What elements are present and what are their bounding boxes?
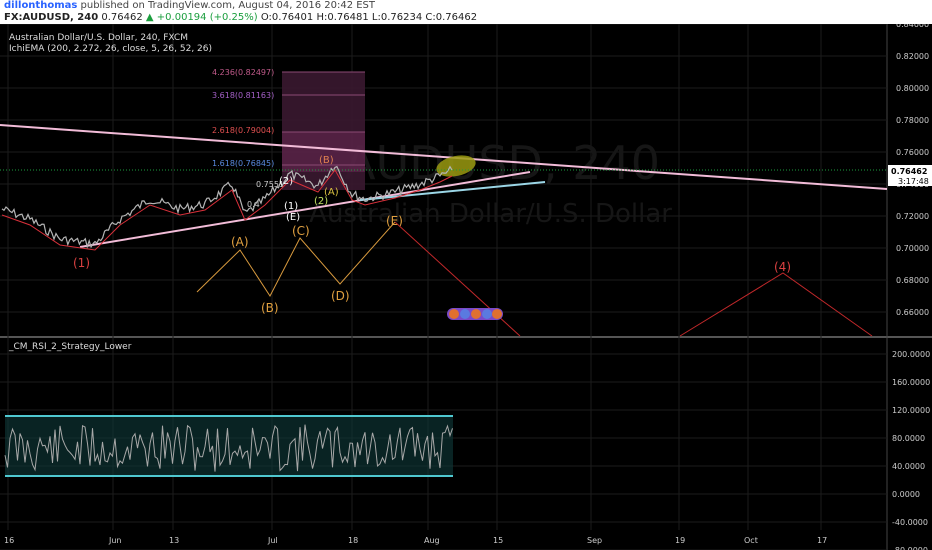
price-axis-bg: [887, 24, 932, 550]
low-value: L:0.76234: [371, 12, 423, 23]
subwave-label-b: (B): [319, 155, 334, 166]
event-icon-5: [492, 309, 502, 319]
price-tick-label: 0.78000: [896, 116, 929, 125]
fib-box-upper: [282, 72, 365, 132]
fib-box-mid: [282, 132, 365, 172]
quote-line: FX:AUDUSD, 240 0.76462 ▲ +0.00194 (+0.25…: [4, 12, 477, 24]
wave-label-d: (D): [331, 289, 350, 303]
subwave-label-e: (E): [286, 212, 300, 223]
time-tick-label: Aug: [424, 536, 440, 545]
time-tick-label: 16: [4, 536, 14, 545]
watermark-symbol: AUDUSD, 240: [344, 136, 660, 190]
last-price: 0.76462: [101, 12, 143, 23]
close-value: C:0.76462: [425, 12, 478, 23]
fib-label-4236: 4.236(0.82497): [212, 68, 274, 77]
change-value: +0.00194 (+0.25%): [156, 12, 258, 23]
publish-line: dillonthomas published on TradingView.co…: [4, 0, 375, 12]
time-tick-label: 15: [493, 536, 503, 545]
economic-event-markers[interactable]: [447, 308, 503, 320]
rsi-tick-label: 40.0000: [892, 462, 925, 471]
rsi-tick-label: 120.0000: [892, 406, 930, 415]
price-tick-label: 0.80000: [896, 84, 929, 93]
countdown-tag: 3:17:48: [898, 177, 929, 186]
price-tick-label: 0.76000: [896, 148, 929, 157]
author-link[interactable]: dillonthomas: [4, 0, 77, 11]
event-icon-4: [482, 309, 492, 319]
price-tick-label: 0.68000: [896, 276, 929, 285]
time-tick-label: 19: [675, 536, 685, 545]
rsi-tick-label: 200.0000: [892, 350, 930, 359]
lower-pane-title: _CM_RSI_2_Strategy_Lower: [8, 342, 132, 352]
watermark-name: Australian Dollar/U.S. Dollar: [309, 199, 672, 229]
wave-label-4: (4): [774, 260, 791, 274]
time-tick-label: 17: [817, 536, 827, 545]
change-arrow-icon: ▲: [145, 12, 154, 23]
main-pane-indicator: IchiEMA (200, 2.272, 26, close, 5, 26, 5…: [9, 44, 212, 54]
rsi-tick-label: 160.0000: [892, 378, 930, 387]
wave-label-e: (E): [386, 214, 403, 228]
subwave-label-2: (2): [279, 176, 293, 187]
time-tick-label: Jul: [267, 536, 278, 545]
price-tick-label: 0.66000: [896, 308, 929, 317]
open-value: O:0.76401: [260, 12, 314, 23]
subwave-label-1: (1): [284, 201, 298, 212]
symbol-label: FX:AUDUSD, 240: [4, 12, 99, 23]
wave-label-c: (C): [292, 224, 310, 238]
high-value: H:0.76481: [316, 12, 369, 23]
fib-label-1618: 1.618(0.76845): [212, 159, 274, 168]
fib-label-3618: 3.618(0.81163): [212, 91, 274, 100]
fib-label-2618: 2.618(0.79004): [212, 126, 274, 135]
price-tick-label: 0.82000: [896, 52, 929, 61]
chart-canvas[interactable]: AUDUSD, 240 Australian Dollar/U.S. Dolla…: [0, 24, 932, 550]
event-icon-1: [449, 309, 459, 319]
time-tick-label: Oct: [744, 536, 758, 545]
rsi-tick-label: 80.0000: [892, 434, 925, 443]
subwave-label-2b: (2): [314, 196, 328, 207]
price-tick-label: 0.72000: [896, 212, 929, 221]
rsi-tick-label: 0.0000: [892, 490, 920, 499]
chart-header: dillonthomas published on TradingView.co…: [0, 0, 932, 24]
wave-label-b: (B): [261, 301, 279, 315]
time-tick-label: Jun: [108, 536, 122, 545]
wave-label-1: (1): [73, 256, 90, 270]
wave-label-a: (A): [231, 235, 249, 249]
price-tick-label: 0.70000: [896, 244, 929, 253]
event-icon-2: [460, 309, 470, 319]
time-tick-label: 18: [348, 536, 358, 545]
time-tick-label: 13: [169, 536, 179, 545]
last-price-tag: 0.76462: [891, 167, 927, 176]
time-tick-label: Sep: [587, 536, 602, 545]
event-icon-3: [471, 309, 481, 319]
price-tick-label: 0.84000: [896, 24, 929, 29]
publish-text: published on TradingView.com, August 04,…: [80, 0, 376, 11]
rsi-tick-label: -80.0000: [892, 546, 928, 550]
rsi-tick-label: -40.0000: [892, 518, 928, 527]
main-pane-title: Australian Dollar/U.S. Dollar, 240, FXCM: [9, 33, 188, 43]
